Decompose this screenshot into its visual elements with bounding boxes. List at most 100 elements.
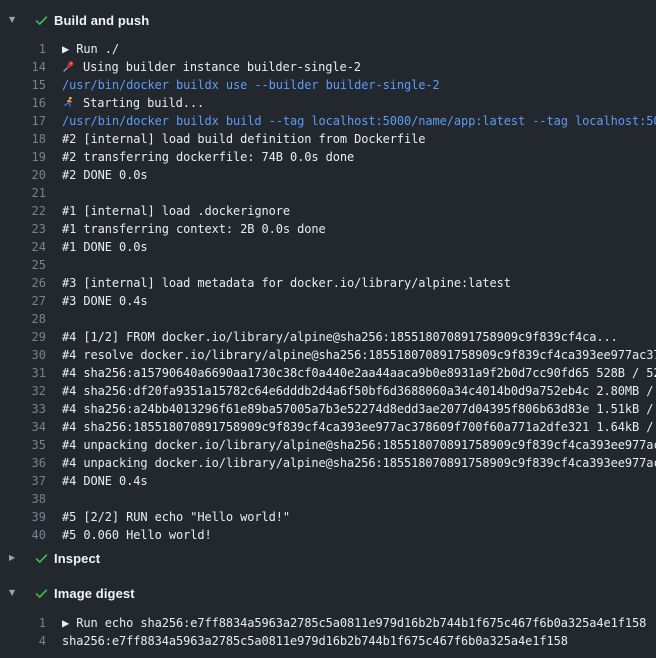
log-line: 16 Starting build... bbox=[0, 94, 656, 112]
line-number[interactable]: 37 bbox=[0, 472, 46, 490]
step-header[interactable]: ▶ Inspect bbox=[0, 546, 656, 570]
log-line: 33 #4 sha256:a24bb4013296f61e89ba57005a7… bbox=[0, 400, 656, 418]
log-line: 17 /usr/bin/docker buildx build --tag lo… bbox=[0, 112, 656, 130]
step-title: Image digest bbox=[54, 586, 135, 601]
line-text: #4 sha256:a24bb4013296f61e89ba57005a7b3e… bbox=[62, 400, 656, 418]
line-text: #4 sha256:df20fa9351a15782c64e6dddb2d4a6… bbox=[62, 382, 656, 400]
log-line: 20 #2 DONE 0.0s bbox=[0, 166, 656, 184]
line-text: #2 transferring dockerfile: 74B 0.0s don… bbox=[62, 148, 354, 166]
log-line: 23 #1 transferring context: 2B 0.0s done bbox=[0, 220, 656, 238]
line-text: /usr/bin/docker buildx build --tag local… bbox=[62, 112, 656, 130]
line-text: #1 [internal] load .dockerignore bbox=[62, 202, 290, 220]
log-line: 36 #4 unpacking docker.io/library/alpine… bbox=[0, 454, 656, 472]
log-line: 38 bbox=[0, 490, 656, 508]
step-lines: 1 ▶ Run ./ 14 Using builder instance bui… bbox=[0, 40, 656, 544]
step-title: Inspect bbox=[54, 551, 100, 566]
line-number[interactable]: 22 bbox=[0, 202, 46, 220]
log-line: 19 #2 transferring dockerfile: 74B 0.0s … bbox=[0, 148, 656, 166]
line-text: /usr/bin/docker buildx use --builder bui… bbox=[62, 76, 440, 94]
line-text: #1 DONE 0.0s bbox=[62, 238, 148, 256]
line-text: #1 transferring context: 2B 0.0s done bbox=[62, 220, 326, 238]
line-number[interactable]: 24 bbox=[0, 238, 46, 256]
line-number[interactable]: 32 bbox=[0, 382, 46, 400]
log-line: 24 #1 DONE 0.0s bbox=[0, 238, 656, 256]
line-number[interactable]: 39 bbox=[0, 508, 46, 526]
step-header[interactable]: ▼ Build and push bbox=[0, 8, 656, 32]
step-lines: 1 ▶ Run echo sha256:e7ff8834a5963a2785c5… bbox=[0, 614, 656, 650]
line-text: #4 resolve docker.io/library/alpine@sha2… bbox=[62, 346, 656, 364]
line-number[interactable]: 36 bbox=[0, 454, 46, 472]
line-text: #4 unpacking docker.io/library/alpine@sh… bbox=[62, 436, 656, 454]
line-text: Starting build... bbox=[62, 94, 204, 112]
log-line: 1 ▶ Run echo sha256:e7ff8834a5963a2785c5… bbox=[0, 614, 656, 632]
line-text: Using builder instance builder-single-2 bbox=[62, 58, 361, 76]
line-number[interactable]: 31 bbox=[0, 364, 46, 382]
line-number[interactable]: 20 bbox=[0, 166, 46, 184]
log-line: 39 #5 [2/2] RUN echo "Hello world!" bbox=[0, 508, 656, 526]
caret-icon[interactable]: ▼ bbox=[9, 16, 25, 24]
log-line: 40 #5 0.060 Hello world! bbox=[0, 526, 656, 544]
step-title: Build and push bbox=[54, 13, 149, 28]
log-line: 37 #4 DONE 0.4s bbox=[0, 472, 656, 490]
log-line: 1 ▶ Run ./ bbox=[0, 40, 656, 58]
success-check-icon bbox=[25, 13, 54, 28]
line-number[interactable]: 27 bbox=[0, 292, 46, 310]
line-number[interactable]: 30 bbox=[0, 346, 46, 364]
log-line: 15 /usr/bin/docker buildx use --builder … bbox=[0, 76, 656, 94]
log-line: 4 sha256:e7ff8834a5963a2785c5a0811e979d1… bbox=[0, 632, 656, 650]
step-header[interactable]: ▼ Image digest bbox=[0, 581, 656, 605]
line-number[interactable]: 17 bbox=[0, 112, 46, 130]
success-check-icon bbox=[25, 586, 54, 601]
line-text: ▶ Run ./ bbox=[62, 40, 119, 58]
step-image-digest: ▼ Image digest 1 ▶ Run echo sha256:e7ff8… bbox=[0, 581, 656, 650]
line-text: #3 [internal] load metadata for docker.i… bbox=[62, 274, 511, 292]
line-number[interactable]: 35 bbox=[0, 436, 46, 454]
line-text: #2 [internal] load build definition from… bbox=[62, 130, 425, 148]
line-number[interactable]: 23 bbox=[0, 220, 46, 238]
line-number[interactable]: 18 bbox=[0, 130, 46, 148]
line-number[interactable]: 25 bbox=[0, 256, 46, 274]
step-build-and-push: ▼ Build and push 1 ▶ Run ./ 14 Using bui… bbox=[0, 8, 656, 544]
line-text: #4 sha256:a15790640a6690aa1730c38cf0a440… bbox=[62, 364, 656, 382]
line-text: #4 sha256:185518070891758909c9f839cf4ca3… bbox=[62, 418, 656, 436]
line-number[interactable]: 16 bbox=[0, 94, 46, 112]
line-number[interactable]: 1 bbox=[0, 40, 46, 58]
line-number[interactable]: 21 bbox=[0, 184, 46, 202]
line-text: sha256:e7ff8834a5963a2785c5a0811e979d16b… bbox=[62, 632, 568, 650]
line-number[interactable]: 15 bbox=[0, 76, 46, 94]
line-number[interactable]: 19 bbox=[0, 148, 46, 166]
log-line: 30 #4 resolve docker.io/library/alpine@s… bbox=[0, 346, 656, 364]
line-number[interactable]: 34 bbox=[0, 418, 46, 436]
log-line: 26 #3 [internal] load metadata for docke… bbox=[0, 274, 656, 292]
line-number[interactable]: 33 bbox=[0, 400, 46, 418]
log-line: 32 #4 sha256:df20fa9351a15782c64e6dddb2d… bbox=[0, 382, 656, 400]
step-inspect: ▶ Inspect bbox=[0, 546, 656, 570]
line-number[interactable]: 14 bbox=[0, 58, 46, 76]
log-line: 22 #1 [internal] load .dockerignore bbox=[0, 202, 656, 220]
pin-icon bbox=[62, 60, 75, 73]
success-check-icon bbox=[25, 551, 54, 566]
line-number[interactable]: 29 bbox=[0, 328, 46, 346]
log-line: 34 #4 sha256:185518070891758909c9f839cf4… bbox=[0, 418, 656, 436]
log-line: 14 Using builder instance builder-single… bbox=[0, 58, 656, 76]
caret-icon[interactable]: ▶ bbox=[9, 554, 25, 562]
log-line: 18 #2 [internal] load build definition f… bbox=[0, 130, 656, 148]
line-text: #3 DONE 0.4s bbox=[62, 292, 148, 310]
line-text: ▶ Run echo sha256:e7ff8834a5963a2785c5a0… bbox=[62, 614, 646, 632]
line-number[interactable]: 1 bbox=[0, 614, 46, 632]
line-number[interactable]: 4 bbox=[0, 632, 46, 650]
line-number[interactable]: 26 bbox=[0, 274, 46, 292]
log-line: 28 bbox=[0, 310, 656, 328]
log-line: 27 #3 DONE 0.4s bbox=[0, 292, 656, 310]
line-text: #4 DONE 0.4s bbox=[62, 472, 148, 490]
line-text: #2 DONE 0.0s bbox=[62, 166, 148, 184]
line-text: #4 unpacking docker.io/library/alpine@sh… bbox=[62, 454, 656, 472]
line-number[interactable]: 40 bbox=[0, 526, 46, 544]
caret-icon[interactable]: ▼ bbox=[9, 589, 25, 597]
log-line: 35 #4 unpacking docker.io/library/alpine… bbox=[0, 436, 656, 454]
line-number[interactable]: 28 bbox=[0, 310, 46, 328]
log-line: 31 #4 sha256:a15790640a6690aa1730c38cf0a… bbox=[0, 364, 656, 382]
line-text: #5 0.060 Hello world! bbox=[62, 526, 212, 544]
line-number[interactable]: 38 bbox=[0, 490, 46, 508]
actions-log-viewer: ▼ Build and push 1 ▶ Run ./ 14 Using bui… bbox=[0, 0, 656, 650]
